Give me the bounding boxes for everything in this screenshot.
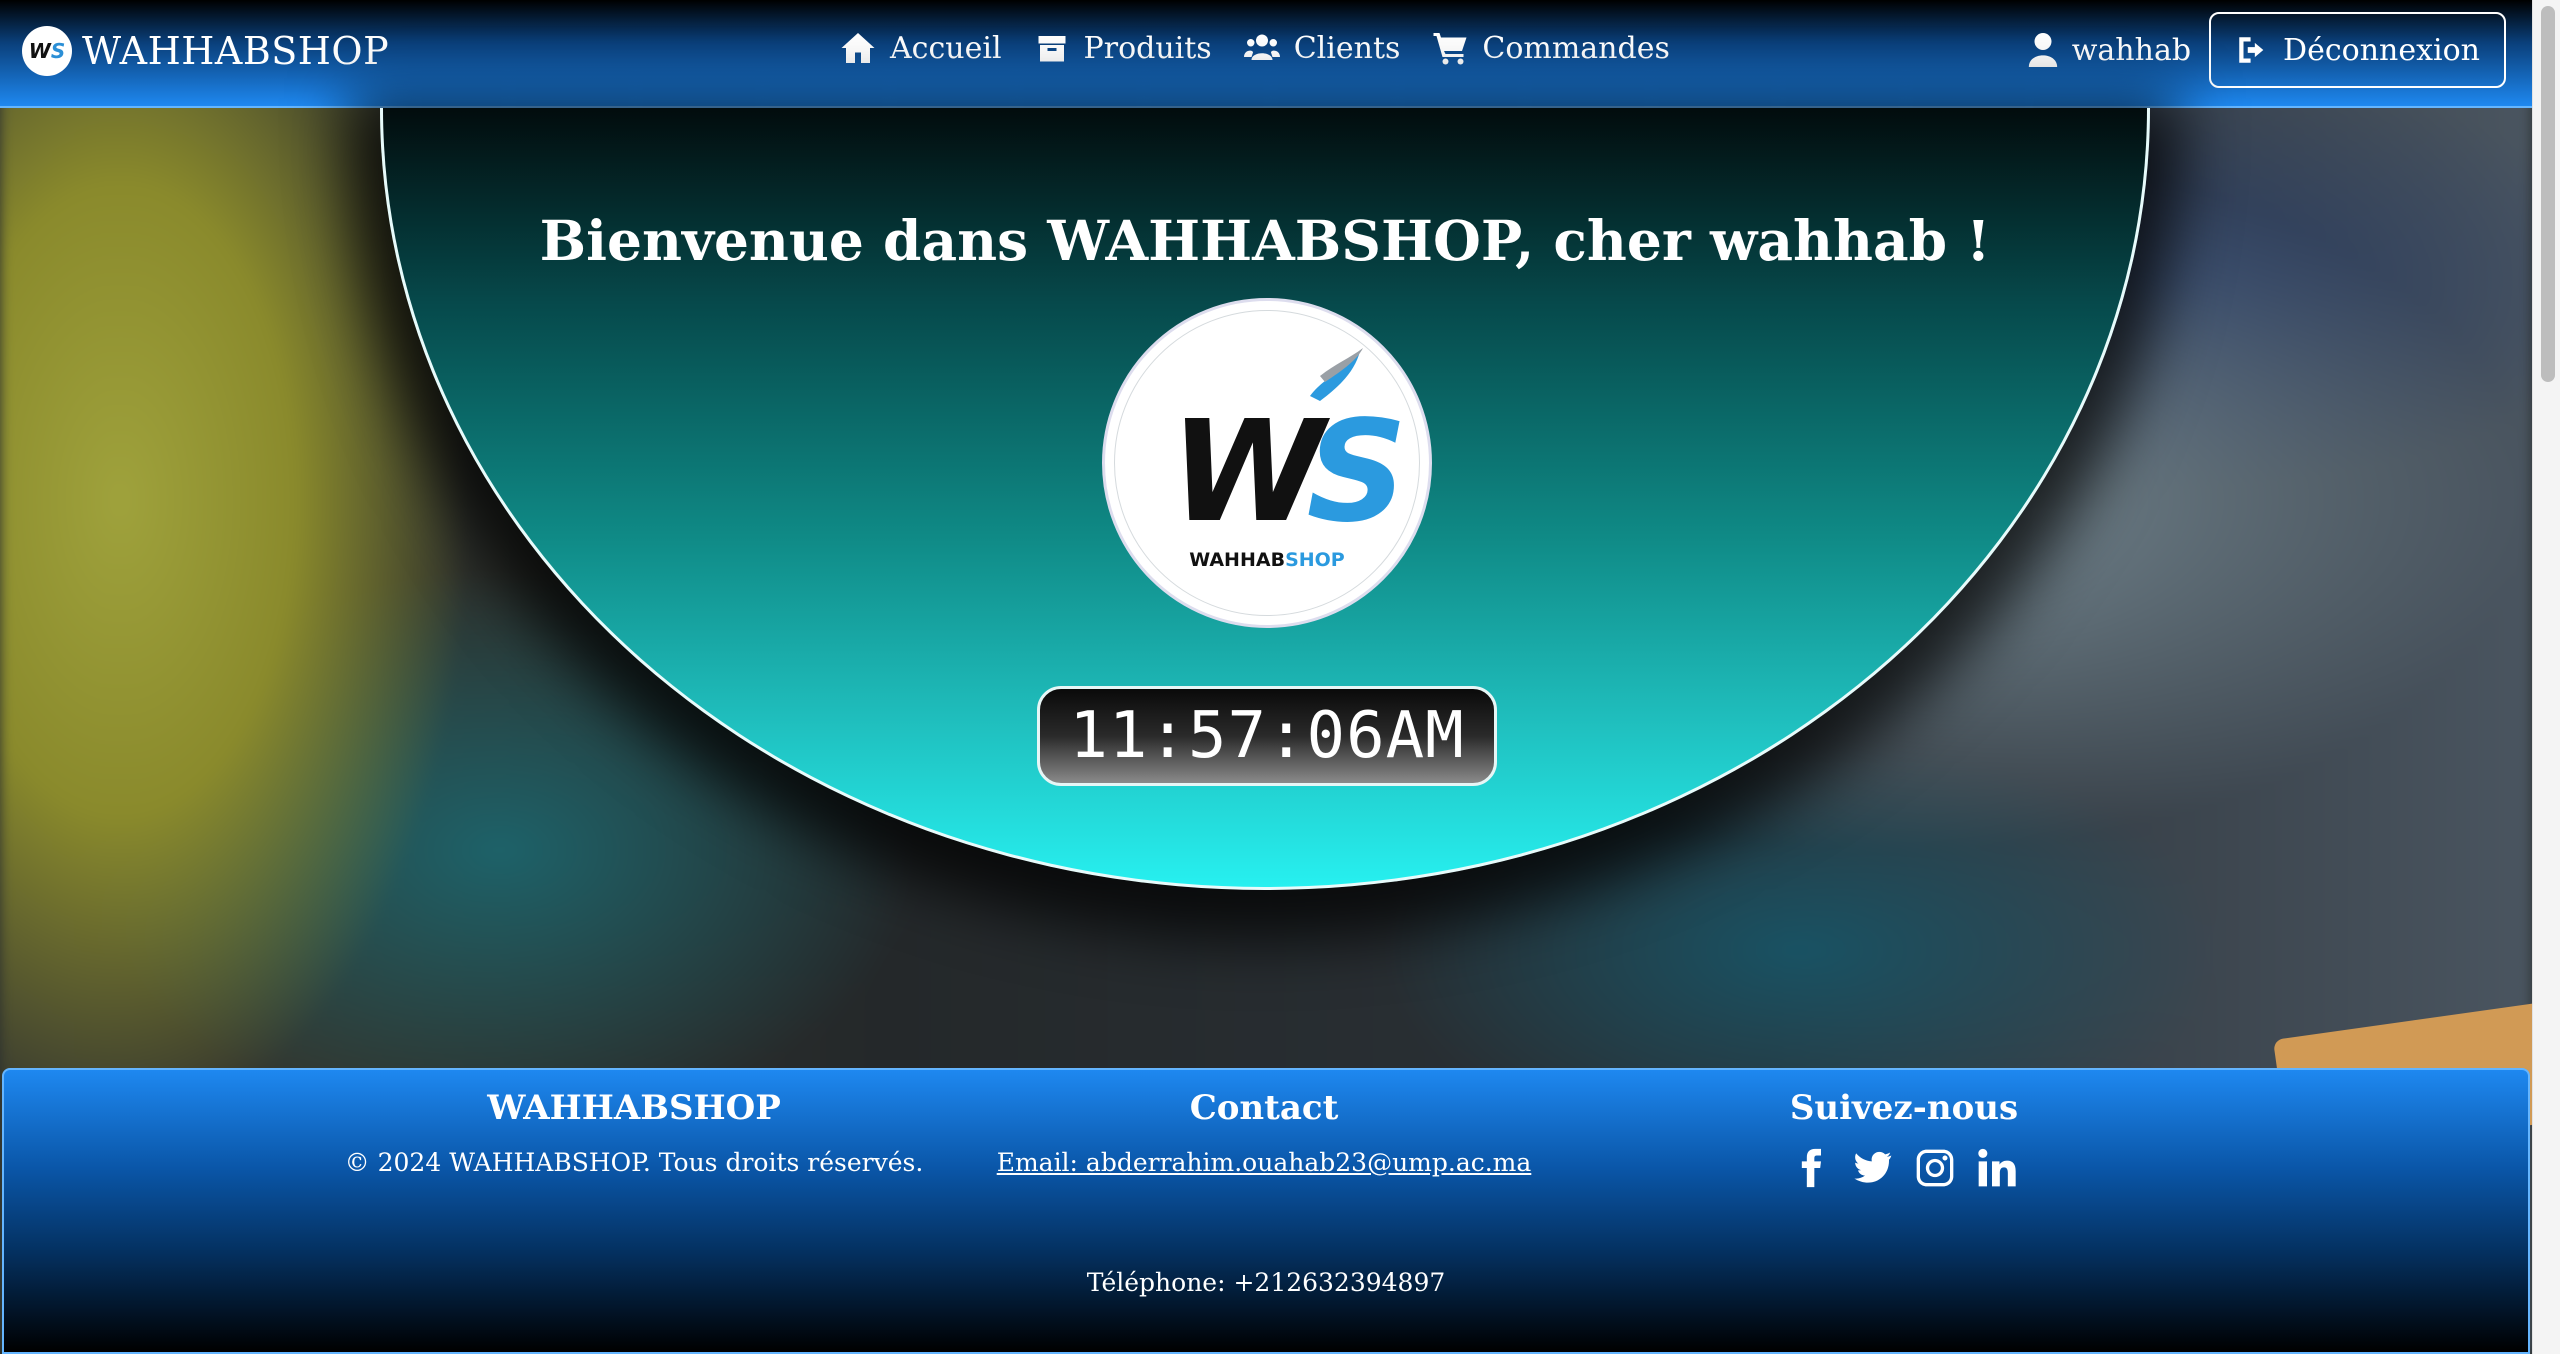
cart-icon (1433, 33, 1467, 65)
shop-logo: WS WAHHABSHOP (1102, 298, 1432, 628)
nav-right: wahhab Déconnexion (2028, 12, 2506, 88)
digital-clock: 11:57:06AM (1037, 686, 1497, 786)
facebook-icon[interactable] (1791, 1148, 1831, 1188)
box-icon (1038, 36, 1066, 62)
nav-produits-label: Produits (1083, 30, 1212, 66)
user-icon (2028, 33, 2057, 67)
logo-word-a: WAHHAB (1189, 549, 1286, 571)
navbar: WS WAHHABSHOP Accueil Produits Clients C… (0, 0, 2532, 108)
logout-label: Déconnexion (2283, 32, 2480, 68)
sign-out-icon (2239, 37, 2264, 63)
instagram-icon[interactable] (1915, 1148, 1955, 1188)
page: WS WAHHABSHOP Accueil Produits Clients C… (0, 0, 2560, 1354)
brand-logo-icon: WS (22, 26, 72, 76)
social-links (1704, 1148, 2104, 1188)
scrollbar-thumb[interactable] (2541, 6, 2555, 382)
logo-word-b: SHOP (1285, 549, 1345, 571)
welcome-heading: Bienvenue dans WAHHABSHOP, cher wahhab ! (539, 208, 1991, 273)
user-profile[interactable]: wahhab (2028, 33, 2191, 68)
twitter-icon[interactable] (1853, 1148, 1893, 1188)
nav-commandes-label: Commandes (1482, 30, 1670, 66)
footer-brand-title: WAHHABSHOP (487, 1088, 781, 1128)
nav-produits[interactable]: Produits (1034, 30, 1212, 66)
footer-contact-title: Contact (1189, 1088, 1339, 1128)
logout-button[interactable]: Déconnexion (2209, 12, 2506, 88)
email-link[interactable]: Email: abderrahim.ouahab23@ump.ac.ma (997, 1148, 1532, 1177)
username: wahhab (2071, 32, 2192, 68)
nav-accueil[interactable]: Accueil (840, 30, 1002, 66)
linkedin-icon[interactable] (1977, 1148, 2017, 1188)
brand-name: WAHHABSHOP (82, 29, 390, 73)
logo-monogram: WS (1170, 391, 1407, 554)
users-icon (1243, 34, 1280, 60)
nav-links: Accueil Produits Clients Commandes (840, 30, 1670, 66)
nav-commandes[interactable]: Commandes (1432, 30, 1670, 66)
copyright-text: © 2024 WAHHABSHOP. Tous droits réservés. (344, 1148, 924, 1177)
logo-wordmark: WAHHABSHOP (1115, 549, 1419, 571)
footer-social-title: Suivez-nous (1789, 1088, 2019, 1128)
footer: WAHHABSHOP © 2024 WAHHABSHOP. Tous droit… (2, 1068, 2530, 1354)
phone-text: Téléphone: +212632394897 (1086, 1268, 1446, 1297)
home-icon (841, 33, 875, 63)
nav-clients[interactable]: Clients (1243, 30, 1401, 66)
footer-brand-column: WAHHABSHOP © 2024 WAHHABSHOP. Tous droit… (324, 1088, 944, 1177)
page-scrollbar[interactable] (2532, 0, 2560, 1354)
footer-social-column: Suivez-nous (1704, 1088, 2104, 1188)
brand-link[interactable]: WS WAHHABSHOP (22, 26, 389, 76)
nav-clients-label: Clients (1293, 30, 1401, 66)
footer-contact-column: Contact Email: abderrahim.ouahab23@ump.a… (954, 1088, 1574, 1177)
shop-logo-inner: WS WAHHABSHOP (1114, 310, 1420, 616)
nav-accueil-label: Accueil (890, 30, 1002, 66)
